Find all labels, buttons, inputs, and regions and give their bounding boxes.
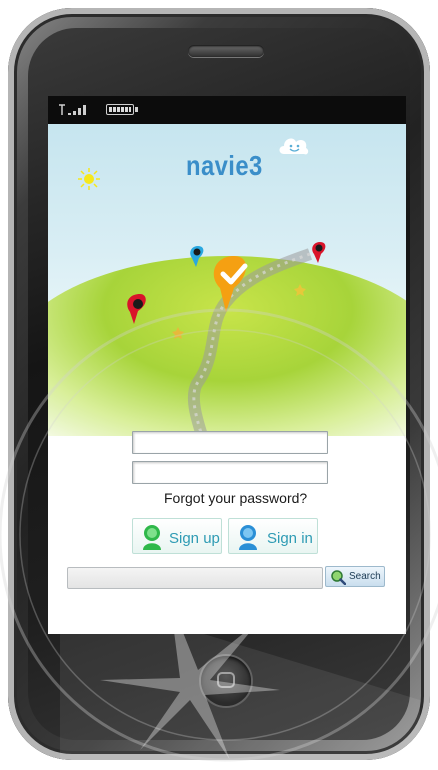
sign-up-label: Sign up <box>169 530 220 547</box>
password-field[interactable] <box>132 461 328 484</box>
cloud-face-icon <box>279 138 309 155</box>
map-pin-icon <box>312 242 326 263</box>
star-icon <box>172 327 184 339</box>
phone-screen: navie3 Forgot your password? Sign up Sig… <box>48 96 406 634</box>
signal-icon <box>59 104 86 115</box>
map-pin-icon <box>127 294 146 324</box>
earpiece-speaker <box>188 45 264 57</box>
sun-icon <box>78 168 100 190</box>
sign-in-label: Sign in <box>267 530 313 547</box>
person-icon <box>143 525 161 550</box>
star-icon <box>294 284 306 296</box>
home-icon <box>217 672 235 688</box>
map-pin-icon <box>190 246 204 267</box>
app-login-screen: navie3 Forgot your password? Sign up Sig… <box>48 124 406 634</box>
app-logo: navie3 <box>186 150 263 181</box>
person-icon <box>239 525 257 550</box>
sign-up-button[interactable]: Sign up <box>132 518 222 554</box>
battery-icon <box>106 104 138 115</box>
forgot-password-link[interactable]: Forgot your password? <box>164 490 307 506</box>
magnify-icon <box>331 570 346 585</box>
search-button-label: Search <box>349 571 381 582</box>
search-input[interactable] <box>67 567 323 589</box>
username-field[interactable] <box>132 431 328 454</box>
home-button[interactable] <box>201 656 251 706</box>
search-button[interactable]: Search <box>325 566 385 587</box>
status-bar <box>48 96 406 124</box>
sign-in-button[interactable]: Sign in <box>228 518 318 554</box>
